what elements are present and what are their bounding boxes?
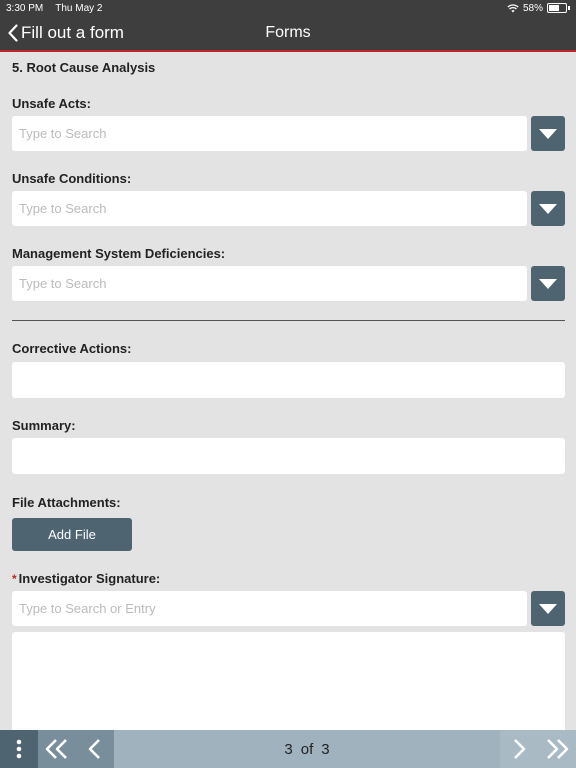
page-of-label: of xyxy=(300,740,314,758)
status-right: 58% xyxy=(507,3,570,14)
section-title: 5. Root Cause Analysis xyxy=(12,60,156,75)
add-file-button[interactable]: Add File xyxy=(12,518,132,551)
corrective-actions-field[interactable] xyxy=(12,362,565,398)
next-page-button[interactable] xyxy=(500,730,538,768)
chevron-left-icon xyxy=(88,739,100,759)
total-pages: 3 xyxy=(321,740,330,758)
more-vertical-icon xyxy=(16,739,22,759)
page-indicator: 3 of 3 xyxy=(114,730,500,768)
unsafe-conditions-combo xyxy=(12,191,565,226)
status-bar: 3:30 PM Thu May 2 58% xyxy=(0,0,576,16)
management-deficiencies-label: Management System Deficiencies: xyxy=(12,246,226,261)
unsafe-conditions-input[interactable] xyxy=(12,191,527,226)
unsafe-acts-dropdown-button[interactable] xyxy=(531,116,565,151)
signature-pad[interactable] xyxy=(12,632,565,742)
unsafe-conditions-dropdown-button[interactable] xyxy=(531,191,565,226)
unsafe-acts-input[interactable] xyxy=(12,116,527,151)
corrective-actions-label: Corrective Actions: xyxy=(12,341,132,356)
chevron-left-icon xyxy=(8,24,18,42)
investigator-signature-dropdown-button[interactable] xyxy=(531,591,565,626)
summary-field[interactable] xyxy=(12,438,565,474)
status-time: 3:30 PM xyxy=(6,2,44,14)
last-page-button[interactable] xyxy=(538,730,576,768)
investigator-signature-label-row: * Investigator Signature: xyxy=(12,571,565,586)
management-deficiencies-combo xyxy=(12,266,565,301)
pager-bar: 3 of 3 xyxy=(0,730,576,768)
required-marker: * xyxy=(12,572,17,586)
back-button[interactable]: Fill out a form xyxy=(0,23,124,43)
battery-icon xyxy=(547,3,567,13)
battery-percent: 58% xyxy=(522,2,543,14)
wifi-icon xyxy=(507,3,519,12)
investigator-signature-label: Investigator Signature: xyxy=(18,571,161,586)
nav-bar: Fill out a form Forms xyxy=(0,16,576,52)
caret-down-icon xyxy=(539,203,557,214)
unsafe-acts-combo xyxy=(12,116,565,151)
chevron-right-icon xyxy=(514,739,526,759)
summary-label: Summary: xyxy=(12,418,76,433)
section-divider xyxy=(12,320,565,321)
status-date: Thu May 2 xyxy=(55,2,103,14)
file-attachments-label: File Attachments: xyxy=(12,495,121,510)
caret-down-icon xyxy=(539,603,557,614)
management-deficiencies-input[interactable] xyxy=(12,266,527,301)
prev-page-button[interactable] xyxy=(76,730,114,768)
management-deficiencies-dropdown-button[interactable] xyxy=(531,266,565,301)
more-menu-button[interactable] xyxy=(0,730,38,768)
battery-tip xyxy=(568,6,570,10)
caret-down-icon xyxy=(539,278,557,289)
first-page-button[interactable] xyxy=(38,730,76,768)
unsafe-conditions-label: Unsafe Conditions: xyxy=(12,171,132,186)
current-page: 3 xyxy=(284,740,293,758)
double-chevron-right-icon xyxy=(547,739,569,759)
back-label: Fill out a form xyxy=(21,23,124,42)
unsafe-acts-label: Unsafe Acts: xyxy=(12,96,91,111)
investigator-signature-combo xyxy=(12,591,565,626)
investigator-signature-input[interactable] xyxy=(12,591,527,626)
double-chevron-left-icon xyxy=(45,739,67,759)
caret-down-icon xyxy=(539,128,557,139)
form-content: 5. Root Cause Analysis Unsafe Acts: Unsa… xyxy=(12,54,565,742)
